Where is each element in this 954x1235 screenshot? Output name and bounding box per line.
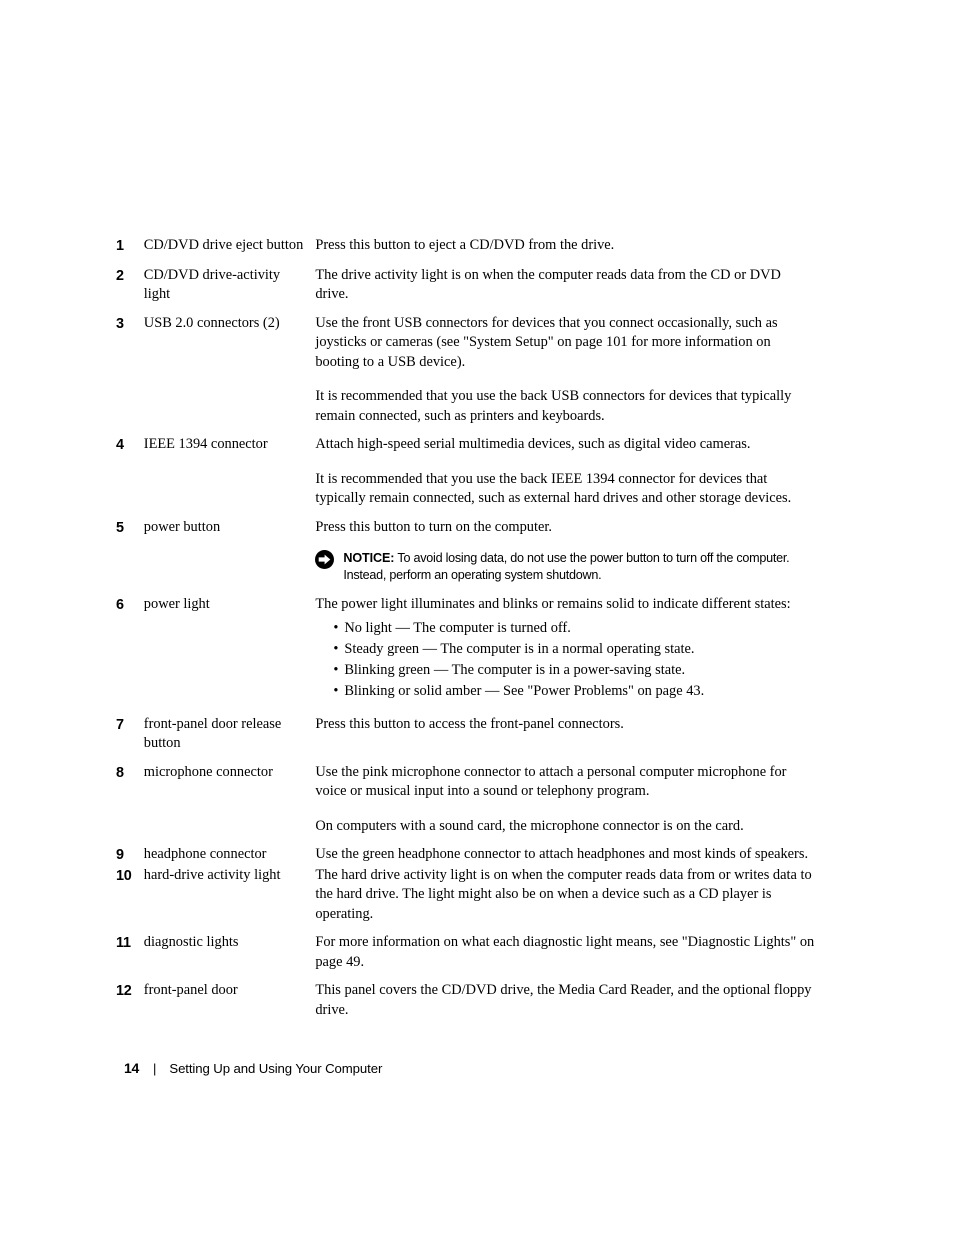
row-label: power light	[143, 596, 210, 612]
description-paragraph: This panel covers the CD/DVD drive, the …	[315, 982, 812, 1018]
row-label: USB 2.0 connectors (2)	[143, 314, 280, 331]
description-paragraph: Press this button to turn on the compute…	[315, 518, 552, 535]
row-number: 10	[116, 867, 132, 884]
table-row: 8 microphone connector Use the pink micr…	[116, 763, 816, 846]
table-row: 3 USB 2.0 connectors (2) Use the front U…	[116, 314, 816, 436]
row-description: Press this button to turn on the compute…	[315, 518, 816, 596]
notice-callout: NOTICE: To avoid losing data, do not use…	[315, 550, 816, 584]
row-description: The drive activity light is on when the …	[315, 266, 816, 314]
row-description: Press this button to access the front-pa…	[315, 715, 816, 763]
list-item: Blinking or solid amber — See "Power Pro…	[333, 682, 816, 702]
list-item: Steady green — The computer is in a norm…	[333, 640, 816, 660]
row-number: 2	[116, 267, 124, 284]
description-paragraph: Use the green headphone connector to att…	[315, 846, 809, 863]
table-row: 2 CD/DVD drive-activity light The drive …	[116, 266, 816, 314]
row-description: Use the green headphone connector to att…	[315, 845, 816, 866]
row-description: This panel covers the CD/DVD drive, the …	[315, 981, 816, 1020]
row-label: CD/DVD drive eject button	[143, 237, 304, 253]
row-number: 5	[116, 519, 124, 536]
row-number: 1	[116, 238, 124, 254]
row-number: 8	[116, 764, 124, 781]
list-item: No light — The computer is turned off.	[333, 619, 816, 639]
row-label: IEEE 1394 connector	[143, 436, 268, 452]
description-paragraph: It is recommended that you use the back …	[315, 470, 792, 507]
table-row: 6 power light The power light illuminate…	[116, 595, 816, 715]
footer-separator: |	[152, 1061, 157, 1076]
description-paragraph: Use the front USB connectors for devices…	[315, 314, 778, 370]
power-light-states-list: No light — The computer is turned off. S…	[315, 619, 816, 703]
row-description: The hard drive activity light is on when…	[315, 866, 816, 934]
row-number: 9	[116, 847, 124, 864]
table-row: 5 power button Press this button to turn…	[116, 518, 816, 596]
table-row: 12 front-panel door This panel covers th…	[116, 981, 816, 1020]
table-row: 9 headphone connector Use the green head…	[116, 845, 816, 866]
footer-page-number: 14	[124, 1060, 139, 1076]
row-number: 11	[116, 935, 131, 952]
row-label: headphone connector	[143, 846, 267, 863]
page-footer: 14 | Setting Up and Using Your Computer	[124, 1060, 382, 1076]
row-label: front-panel door	[143, 982, 238, 999]
description-paragraph: It is recommended that you use the back …	[315, 388, 792, 424]
row-label: microphone connector	[143, 763, 273, 780]
row-number: 6	[116, 597, 124, 613]
description-paragraph: Attach high-speed serial multimedia devi…	[315, 436, 751, 452]
row-label: CD/DVD drive-activity light	[143, 266, 281, 303]
row-number: 7	[116, 716, 124, 733]
document-page: 1 CD/DVD drive eject button Press this b…	[0, 0, 954, 1235]
notice-arrow-icon	[315, 550, 335, 569]
description-paragraph: On computers with a sound card, the micr…	[315, 817, 744, 834]
row-description: Use the pink microphone connector to att…	[315, 763, 816, 846]
table-row: 4 IEEE 1394 connector Attach high-speed …	[116, 435, 816, 518]
table-row: 11 diagnostic lights For more informatio…	[116, 933, 816, 981]
row-description: For more information on what each diagno…	[315, 933, 816, 981]
description-paragraph: Use the pink microphone connector to att…	[315, 763, 787, 800]
notice-text: To avoid losing data, do not use the pow…	[343, 551, 790, 582]
row-label: power button	[143, 518, 221, 535]
row-description: Attach high-speed serial multimedia devi…	[315, 435, 816, 518]
notice-body: NOTICE: To avoid losing data, do not use…	[343, 550, 816, 584]
description-paragraph: The power light illuminates and blinks o…	[315, 596, 791, 612]
description-paragraph: For more information on what each diagno…	[315, 934, 815, 970]
row-number: 12	[116, 983, 132, 1000]
notice-keyword: NOTICE:	[343, 551, 395, 565]
row-number: 3	[116, 315, 124, 332]
table-row: 10 hard-drive activity light The hard dr…	[116, 866, 816, 934]
list-item: Blinking green — The computer is in a po…	[333, 661, 816, 681]
table-row: 7 front-panel door release button Press …	[116, 715, 816, 763]
row-label: hard-drive activity light	[143, 866, 281, 883]
row-label: front-panel door release button	[143, 715, 282, 752]
row-description: The power light illuminates and blinks o…	[315, 595, 816, 715]
footer-section-title: Setting Up and Using Your Computer	[169, 1061, 383, 1076]
feature-table-body: 1 CD/DVD drive eject button Press this b…	[116, 236, 816, 1020]
description-paragraph: The hard drive activity light is on when…	[315, 866, 812, 922]
table-row: 1 CD/DVD drive eject button Press this b…	[116, 236, 816, 266]
description-paragraph: Press this button to access the front-pa…	[315, 715, 624, 732]
row-description: Use the front USB connectors for devices…	[315, 314, 816, 436]
front-panel-feature-table: 1 CD/DVD drive eject button Press this b…	[116, 236, 816, 1020]
row-description: Press this button to eject a CD/DVD from…	[315, 236, 816, 266]
row-number: 4	[116, 437, 124, 453]
description-paragraph: Press this button to eject a CD/DVD from…	[315, 237, 615, 253]
row-label: diagnostic lights	[143, 934, 239, 951]
description-paragraph: The drive activity light is on when the …	[315, 266, 781, 303]
